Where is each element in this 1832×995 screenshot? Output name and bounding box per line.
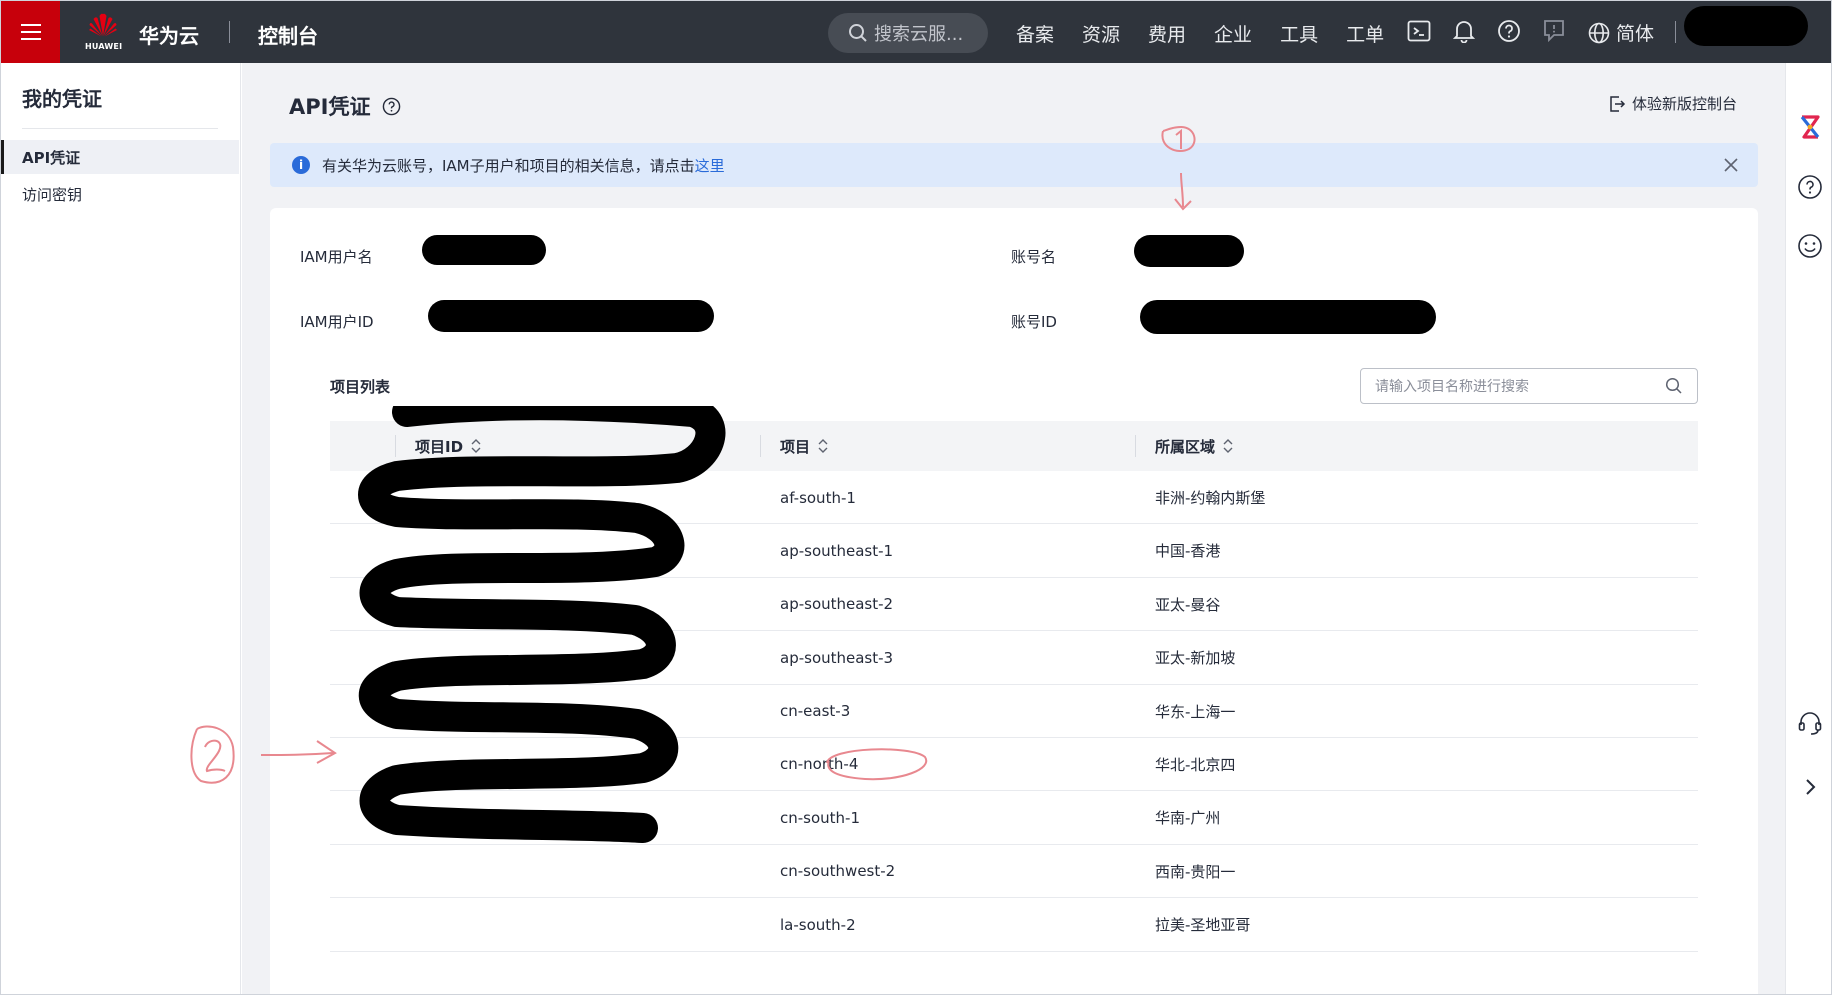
project-name: la-south-2 xyxy=(780,915,856,934)
search-icon[interactable] xyxy=(1665,377,1683,395)
nav-tickets[interactable]: 工单 xyxy=(1346,20,1384,47)
assistant-icon[interactable] xyxy=(1796,113,1824,141)
column-header-label: 所属区域 xyxy=(1155,437,1216,456)
brand-name[interactable]: 华为云 xyxy=(139,20,199,49)
nav-resources[interactable]: 资源 xyxy=(1082,20,1120,47)
feedback-icon[interactable] xyxy=(1541,18,1567,44)
info-banner: i 有关华为云账号，IAM子用户和项目的相关信息，请点击 这里 xyxy=(270,143,1758,187)
divider xyxy=(1675,21,1676,43)
project-name: cn-southwest-2 xyxy=(780,862,896,881)
project-name: cn-east-3 xyxy=(780,702,851,721)
chevron-right-icon[interactable] xyxy=(1796,773,1824,801)
column-header-label: 项目 xyxy=(780,437,811,456)
huawei-logo[interactable]: HUAWEI xyxy=(85,13,123,53)
help-icon[interactable] xyxy=(1496,18,1522,44)
huawei-logo-icon xyxy=(89,13,117,37)
bell-icon[interactable] xyxy=(1451,18,1477,44)
project-name: cn-south-1 xyxy=(780,808,861,827)
info-banner-text: 有关华为云账号，IAM子用户和项目的相关信息，请点击 xyxy=(322,156,695,175)
sidebar-item-access-keys[interactable]: 访问密钥 xyxy=(1,177,239,211)
project-region: 西南-贵阳一 xyxy=(1155,862,1236,881)
project-list-title: 项目列表 xyxy=(330,378,391,396)
menu-icon[interactable] xyxy=(1,1,60,63)
account-id-label: 账号ID xyxy=(1011,313,1057,331)
project-region: 亚太-曼谷 xyxy=(1155,595,1221,614)
project-region: 拉美-圣地亚哥 xyxy=(1155,916,1251,935)
help-icon[interactable] xyxy=(1796,173,1824,201)
project-name: af-south-1 xyxy=(780,488,856,507)
new-console-link[interactable]: 体验新版控制台 xyxy=(1608,93,1737,114)
sidebar-item-label: API凭证 xyxy=(22,148,81,167)
help-icon[interactable] xyxy=(382,97,401,116)
iam-user-id-label: IAM用户ID xyxy=(300,313,374,331)
logo-text: HUAWEI xyxy=(85,42,123,51)
annotation-circle-cn-north-4 xyxy=(826,748,928,781)
exit-icon xyxy=(1610,95,1626,112)
close-icon[interactable] xyxy=(1722,156,1740,174)
sort-icon[interactable] xyxy=(1223,438,1233,454)
project-region: 华东-上海一 xyxy=(1155,702,1236,721)
nav-enterprise[interactable]: 企业 xyxy=(1214,20,1252,47)
column-header-region[interactable]: 所属区域 xyxy=(1155,421,1233,471)
console-link[interactable]: 控制台 xyxy=(258,20,318,49)
nav-tools[interactable]: 工具 xyxy=(1280,20,1318,47)
language-label: 简体 xyxy=(1616,23,1655,45)
divider xyxy=(22,128,218,129)
sidebar-item-api-credentials[interactable]: API凭证 xyxy=(1,140,239,174)
global-search-placeholder: 搜索云服... xyxy=(874,24,964,45)
iam-username-label: IAM用户名 xyxy=(300,248,373,266)
redacted-iam-username xyxy=(422,235,546,265)
right-rail xyxy=(1785,63,1831,994)
globe-icon xyxy=(1588,22,1610,43)
headset-icon[interactable] xyxy=(1796,709,1824,737)
project-name: ap-southeast-3 xyxy=(780,648,894,667)
redaction-scribble xyxy=(358,406,726,843)
project-name: ap-southeast-2 xyxy=(780,595,894,614)
project-search-input[interactable]: 请输入项目名称进行搜索 xyxy=(1360,368,1698,404)
sort-icon[interactable] xyxy=(818,438,828,454)
info-banner-link[interactable]: 这里 xyxy=(695,155,725,176)
page-title: API凭证 xyxy=(289,91,401,121)
redacted-account-name xyxy=(1134,235,1244,267)
project-region: 华南-广州 xyxy=(1155,809,1221,828)
app-window: HUAWEI 华为云 控制台 搜索云服... 备案 资源 费用 企业 工具 工单 xyxy=(0,0,1832,995)
top-nav: 备案 资源 费用 企业 工具 工单 xyxy=(1016,20,1384,47)
project-region: 华北-北京四 xyxy=(1155,755,1236,774)
project-name: ap-southeast-1 xyxy=(780,541,894,560)
project-region: 中国-香港 xyxy=(1155,542,1221,561)
info-icon: i xyxy=(292,156,310,174)
nav-beian[interactable]: 备案 xyxy=(1016,20,1054,47)
redacted-iam-user-id xyxy=(428,300,714,332)
redacted-username[interactable] xyxy=(1684,6,1808,46)
redacted-account-id xyxy=(1140,300,1436,334)
terminal-icon[interactable] xyxy=(1406,18,1432,44)
project-region: 非洲-约翰内斯堡 xyxy=(1155,489,1266,507)
language-switcher[interactable]: 简体 xyxy=(1588,19,1654,46)
project-region: 亚太-新加坡 xyxy=(1155,649,1236,668)
annotation-marker-1 xyxy=(1161,125,1196,211)
global-search[interactable]: 搜索云服... xyxy=(828,13,988,53)
sidebar: 我的凭证 API凭证 访问密钥 xyxy=(1,63,241,994)
top-bar: HUAWEI 华为云 控制台 搜索云服... 备案 资源 费用 企业 工具 工单 xyxy=(1,1,1831,63)
smile-feedback-icon[interactable] xyxy=(1796,232,1824,260)
project-search-placeholder: 请输入项目名称进行搜索 xyxy=(1375,379,1529,395)
column-divider xyxy=(760,435,761,457)
annotation-marker-2 xyxy=(190,725,337,784)
page-title-text: API凭证 xyxy=(289,95,371,119)
new-console-label: 体验新版控制台 xyxy=(1632,95,1738,113)
sidebar-title: 我的凭证 xyxy=(22,87,102,111)
divider xyxy=(229,21,230,43)
column-header-project[interactable]: 项目 xyxy=(780,421,828,471)
account-name-label: 账号名 xyxy=(1011,248,1057,266)
sidebar-item-label: 访问密钥 xyxy=(22,185,83,204)
nav-billing[interactable]: 费用 xyxy=(1148,20,1186,47)
top-icons xyxy=(1406,18,1567,44)
search-icon xyxy=(849,24,867,42)
column-divider xyxy=(1135,435,1136,457)
